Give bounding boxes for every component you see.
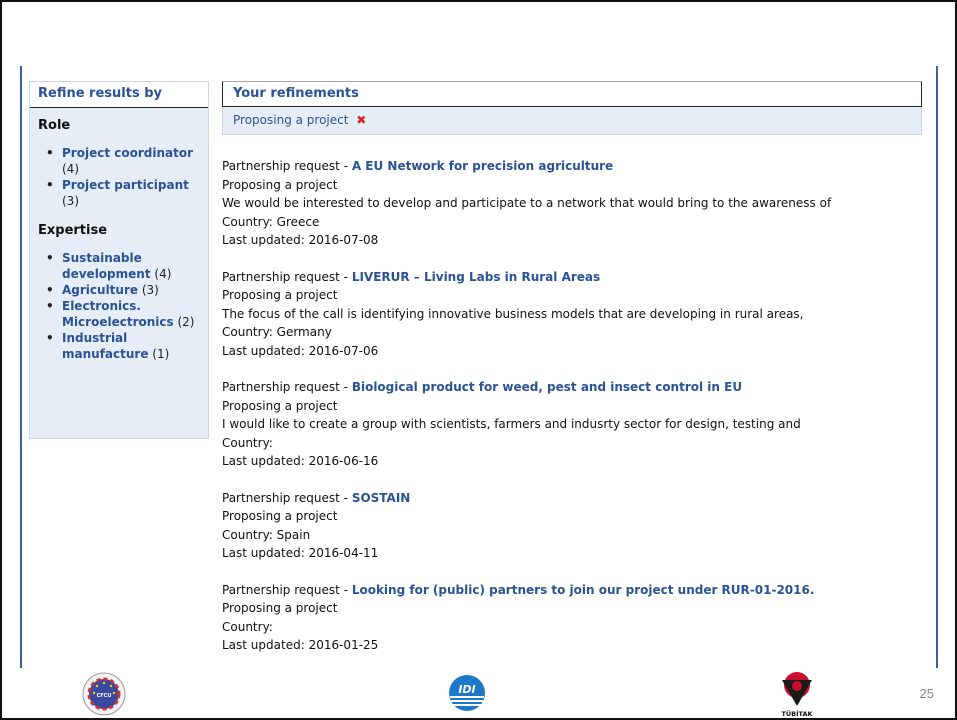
active-refinement-label: Proposing a project (233, 113, 349, 127)
sidebar-header: Refine results by (30, 82, 208, 108)
facet-list-role: Project coordinator (4) Project particip… (30, 145, 208, 209)
refinements-header: Your refinements (222, 81, 922, 107)
slide-footer: CFCU IDI TÜBİTAK 25 (0, 668, 957, 720)
result-title-link[interactable]: LIVERUR – Living Labs in Rural Areas (352, 270, 600, 284)
facet-link-project-participant[interactable]: Project participant (62, 178, 189, 192)
tubitak-logo: TÜBİTAK (781, 672, 813, 718)
cfcu-logo-text: CFCU (97, 693, 112, 699)
result-type: Partnership request - (222, 269, 352, 284)
facet-title-expertise: Expertise (38, 223, 108, 238)
cfcu-logo: CFCU (82, 672, 126, 716)
idi-logo-text: IDI (458, 683, 475, 696)
results-main: Your refinements Proposing a project ✖ P… (222, 81, 922, 673)
result-title-link[interactable]: SOSTAIN (352, 491, 411, 505)
facet-item: Project coordinator (4) (42, 145, 200, 177)
facet-item: Electronics. Microelectronics (2) (42, 298, 200, 330)
result-item: Partnership request - Looking for (publi… (222, 581, 922, 655)
facet-link-industrial-manufacture[interactable]: Industrial manufacture (62, 331, 148, 361)
results-list: Partnership request - A EU Network for p… (222, 135, 922, 655)
facet-title-role: Role (38, 118, 71, 133)
result-title-link[interactable]: Biological product for weed, pest and in… (352, 380, 742, 394)
result-title-link[interactable]: A EU Network for precision agriculture (352, 159, 613, 173)
active-refinements: Proposing a project ✖ (222, 107, 922, 135)
result-type: Partnership request - (222, 159, 352, 173)
facet-item: Sustainable development (4) (42, 250, 200, 282)
facet-item: Agriculture (3) (42, 282, 200, 298)
facet-link-electronics-microelectronics[interactable]: Electronics. Microelectronics (62, 299, 174, 329)
facet-count: (1) (152, 347, 170, 361)
page-number: 25 (919, 686, 934, 701)
facet-count: (4) (62, 162, 79, 176)
result-type: Partnership request - (222, 582, 352, 597)
result-updated: Last updated: 2016-01-25 (222, 638, 379, 652)
facet-item: Project participant (3) (42, 177, 200, 209)
result-country: Country: Germany (222, 325, 332, 339)
facet-count: (3) (62, 194, 79, 208)
facet-link-agriculture[interactable]: Agriculture (62, 283, 138, 297)
facet-link-sustainable-development[interactable]: Sustainable development (62, 251, 151, 281)
facet-list-expertise: Sustainable development (4) Agriculture … (30, 250, 208, 362)
facet-count: (2) (177, 315, 195, 329)
result-description: I would like to create a group with scie… (222, 417, 801, 431)
result-item: Partnership request - LIVERUR – Living L… (222, 268, 922, 361)
result-subtitle: Proposing a project (222, 601, 338, 615)
result-description: The focus of the call is identifying inn… (222, 306, 804, 321)
result-type: Partnership request - (222, 490, 352, 505)
result-subtitle: Proposing a project (222, 398, 338, 413)
refine-sidebar: Refine results by Role Project coordinat… (29, 81, 209, 439)
idi-logo: IDI (449, 675, 485, 711)
facet-item: Industrial manufacture (1) (42, 330, 200, 362)
result-country: Country: Spain (222, 527, 311, 542)
result-country: Country: (222, 619, 273, 634)
result-country: Country: (222, 435, 273, 450)
result-description: We would be interested to develop and pa… (222, 196, 832, 210)
result-item: Partnership request - A EU Network for p… (222, 157, 922, 250)
result-subtitle: Proposing a project (222, 509, 338, 523)
remove-refinement-icon[interactable]: ✖ (356, 113, 366, 127)
facet-link-project-coordinator[interactable]: Project coordinator (62, 146, 193, 160)
result-country: Country: Greece (222, 214, 320, 229)
result-item: Partnership request - SOSTAIN Proposing … (222, 489, 922, 563)
result-subtitle: Proposing a project (222, 177, 338, 192)
result-updated: Last updated: 2016-07-06 (222, 343, 379, 358)
result-updated: Last updated: 2016-04-11 (222, 546, 379, 560)
result-updated: Last updated: 2016-07-08 (222, 233, 379, 247)
tubitak-logo-text: TÜBİTAK (781, 709, 813, 718)
result-title-link[interactable]: Looking for (public) partners to join ou… (352, 583, 815, 597)
result-updated: Last updated: 2016-06-16 (222, 454, 379, 468)
result-type: Partnership request - (222, 380, 352, 394)
facet-count: (4) (154, 267, 172, 281)
result-item: Partnership request - Biological product… (222, 378, 922, 471)
facet-count: (3) (141, 283, 159, 297)
result-subtitle: Proposing a project (222, 288, 338, 302)
